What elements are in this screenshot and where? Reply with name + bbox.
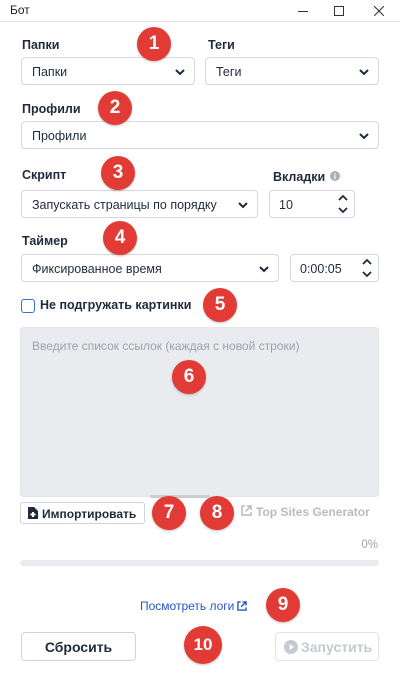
tags-label: Теги bbox=[208, 38, 235, 52]
timer-select[interactable]: Фиксированное время bbox=[21, 254, 279, 282]
badge-3: 3 bbox=[101, 156, 135, 190]
script-select[interactable]: Запускать страницы по порядку bbox=[21, 190, 258, 218]
chevron-down-icon bbox=[238, 202, 248, 209]
chevron-down-icon bbox=[259, 266, 269, 273]
links-placeholder: Введите список ссылок (каждая с новой ст… bbox=[32, 339, 300, 353]
chevron-down-icon bbox=[359, 69, 369, 76]
tags-select-value: Теги bbox=[216, 65, 242, 79]
timer-label: Таймер bbox=[22, 234, 68, 248]
badge-2: 2 bbox=[98, 91, 132, 125]
run-button-label: Запустить bbox=[301, 639, 373, 655]
file-icon bbox=[28, 507, 38, 519]
import-button-label: Импортировать bbox=[42, 507, 137, 521]
external-link-icon bbox=[237, 601, 248, 611]
tabs-stepper[interactable]: 10 bbox=[269, 190, 355, 218]
resize-handle[interactable] bbox=[150, 495, 210, 498]
folders-label: Папки bbox=[22, 38, 60, 52]
minimize-icon bbox=[298, 11, 308, 12]
profiles-label: Профили bbox=[22, 102, 81, 116]
chevron-down-icon[interactable] bbox=[362, 270, 372, 278]
chevron-down-icon bbox=[175, 69, 185, 76]
title-bar: Бот bbox=[0, 0, 400, 22]
timer-time-stepper[interactable]: 0:00:05 bbox=[290, 254, 379, 282]
chevron-up-icon[interactable] bbox=[338, 194, 348, 202]
tabs-value: 10 bbox=[279, 198, 293, 212]
info-icon: i bbox=[330, 171, 340, 181]
badge-8: 8 bbox=[200, 496, 234, 530]
view-logs-label: Посмотреть логи bbox=[140, 599, 235, 613]
maximize-button[interactable] bbox=[322, 0, 356, 22]
chevron-up-icon[interactable] bbox=[362, 258, 372, 266]
maximize-icon bbox=[334, 6, 344, 16]
progress-bar bbox=[20, 560, 379, 566]
reset-button-label: Сбросить bbox=[44, 638, 113, 655]
badge-5: 5 bbox=[203, 288, 237, 322]
badge-6: 6 bbox=[172, 360, 206, 394]
chevron-down-icon bbox=[359, 133, 369, 140]
external-link-icon bbox=[241, 505, 252, 516]
close-icon bbox=[374, 6, 384, 16]
tabs-label: Вкладки bbox=[273, 170, 326, 184]
script-select-value: Запускать страницы по порядку bbox=[32, 198, 217, 212]
minimize-button[interactable] bbox=[286, 0, 320, 22]
folders-select[interactable]: Папки bbox=[21, 57, 195, 85]
import-button[interactable]: Импортировать bbox=[20, 502, 145, 524]
timer-time-value: 0:00:05 bbox=[300, 262, 342, 276]
badge-7: 7 bbox=[152, 496, 186, 530]
view-logs-link[interactable]: Посмотреть логи bbox=[140, 599, 248, 613]
window-title: Бот bbox=[10, 3, 30, 17]
timer-select-value: Фиксированное время bbox=[32, 262, 162, 276]
badge-10: 10 bbox=[184, 626, 222, 664]
top-sites-generator-label: Top Sites Generator bbox=[256, 505, 370, 519]
play-icon bbox=[284, 640, 298, 654]
no-images-checkbox[interactable] bbox=[21, 299, 35, 313]
reset-button[interactable]: Сбросить bbox=[21, 632, 136, 661]
tags-select[interactable]: Теги bbox=[205, 57, 379, 85]
badge-1: 1 bbox=[137, 27, 171, 61]
script-label: Скрипт bbox=[22, 168, 67, 182]
badge-9: 9 bbox=[266, 588, 300, 622]
close-button[interactable] bbox=[362, 0, 396, 22]
no-images-label: Не подгружать картинки bbox=[40, 298, 192, 312]
run-button[interactable]: Запустить bbox=[275, 632, 379, 661]
badge-4: 4 bbox=[103, 221, 137, 255]
folders-select-value: Папки bbox=[32, 65, 68, 79]
profiles-select-value: Профили bbox=[32, 129, 87, 143]
chevron-down-icon[interactable] bbox=[338, 206, 348, 214]
links-textarea[interactable]: Введите список ссылок (каждая с новой ст… bbox=[20, 327, 379, 497]
profiles-select[interactable]: Профили bbox=[21, 121, 379, 149]
progress-percent: 0% bbox=[361, 539, 378, 551]
